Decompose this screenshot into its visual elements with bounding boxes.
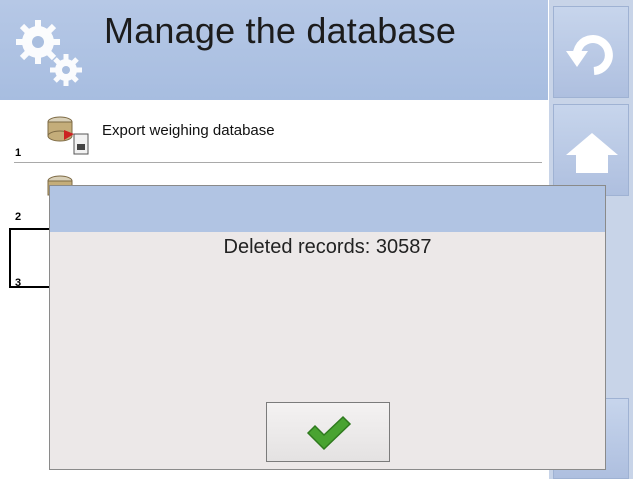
checkmark-icon (306, 415, 352, 451)
export-database-icon (47, 116, 89, 155)
message-dialog: Deleted records: 30587 (49, 185, 606, 470)
page-title: Manage the database (104, 10, 457, 51)
list-item-label: Export weighing database (102, 122, 275, 139)
list-item-number: 1 (15, 147, 22, 159)
dialog-title-bar (50, 186, 605, 232)
undo-arrow-icon (566, 35, 613, 75)
gears-icon (16, 20, 82, 86)
dialog-message: Deleted records: 30587 (223, 236, 432, 258)
home-icon (566, 133, 618, 173)
selection-highlight (9, 228, 53, 288)
header-bar: Manage the database (0, 0, 548, 100)
list-item-number: 2 (15, 211, 22, 223)
list-item[interactable]: Export weighing database 1 (0, 100, 548, 163)
confirm-button[interactable] (266, 402, 390, 462)
back-button[interactable] (553, 6, 629, 98)
home-button[interactable] (553, 104, 629, 196)
